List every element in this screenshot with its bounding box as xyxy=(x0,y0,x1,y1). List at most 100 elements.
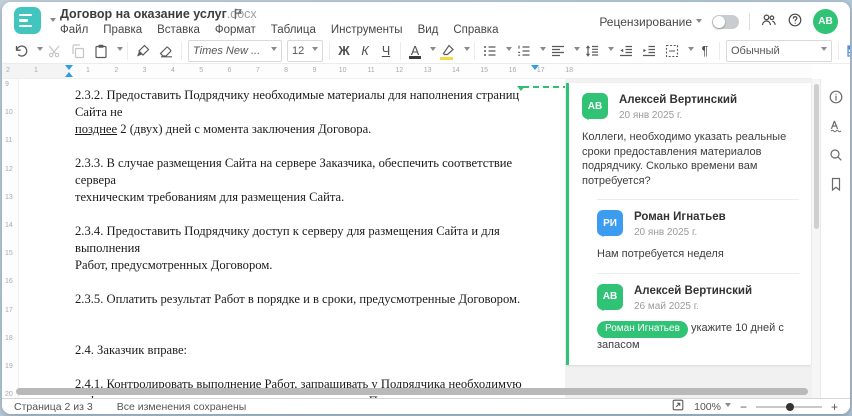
search-icon[interactable] xyxy=(826,145,846,165)
menu-insert[interactable]: Вставка xyxy=(157,24,200,36)
horizontal-scrollbar[interactable] xyxy=(16,388,808,395)
fit-width-icon[interactable] xyxy=(671,398,685,414)
right-indent-marker[interactable] xyxy=(531,65,539,74)
paste-icon[interactable] xyxy=(90,40,112,62)
font-color-button[interactable]: А xyxy=(405,40,425,62)
highlight-caret-icon[interactable] xyxy=(464,47,470,54)
vertical-scrollbar-thumb[interactable] xyxy=(813,84,819,229)
ruler-number: 14 xyxy=(451,67,460,74)
comment-avatar: АВ xyxy=(582,93,608,120)
style-caret-icon xyxy=(821,47,827,54)
line-spacing-icon[interactable] xyxy=(581,40,603,62)
review-mode-dropdown[interactable]: Рецензирование xyxy=(599,15,702,29)
toolbar-separator xyxy=(719,41,720,60)
font-color-caret-icon[interactable] xyxy=(430,47,436,54)
paragraph-2-3-4[interactable]: 2.3.4. Предоставить Подрядчику доступ к … xyxy=(75,223,538,274)
right-tool-rail xyxy=(820,79,850,398)
ruler-number: 11 xyxy=(367,67,375,74)
paragraph-style-select[interactable]: Обычный xyxy=(726,39,832,62)
document-title: Договор на оказание услуг.docx xyxy=(60,7,257,21)
zoom-level-select[interactable]: 100% xyxy=(694,401,731,413)
zoom-slider[interactable] xyxy=(755,402,822,412)
ruler-number: 12 xyxy=(5,165,13,173)
decrease-indent-icon[interactable] xyxy=(615,40,637,62)
insert-table-icon[interactable] xyxy=(843,40,850,62)
paste-caret-icon[interactable] xyxy=(117,47,123,54)
bullet-list-icon[interactable] xyxy=(479,40,501,62)
menu-tools[interactable]: Инструменты xyxy=(331,24,403,36)
spellcheck-icon[interactable] xyxy=(826,116,846,136)
bold-button[interactable]: Ж xyxy=(334,40,354,62)
clear-style-eraser-icon[interactable] xyxy=(155,40,177,62)
paragraph-2-4[interactable]: 2.4. Заказчик вправе: xyxy=(75,342,538,359)
document-text[interactable]: 2.3.2. Предоставить Подрядчику необходим… xyxy=(75,87,538,414)
increase-indent-icon[interactable] xyxy=(638,40,660,62)
status-bar: Страница 2 из 3 Все изменения сохранены … xyxy=(2,398,850,414)
font-color-bar xyxy=(409,55,421,59)
review-toggle[interactable] xyxy=(712,14,739,29)
ruler-number: 19 xyxy=(5,363,13,370)
zoom-slider-knob[interactable] xyxy=(785,402,794,411)
ruler-number: 2 xyxy=(114,67,119,74)
mention-chip[interactable]: Роман Игнатьев xyxy=(597,320,688,338)
comment-date: 20 янв 2025 г. xyxy=(619,110,683,121)
bookmark-icon[interactable] xyxy=(826,174,846,194)
numbered-list-icon[interactable] xyxy=(513,40,535,62)
paragraph-borders-icon[interactable] xyxy=(661,40,683,62)
reply-text-with-mention: Роман Игнатьев укажите 10 дней с запасом xyxy=(597,320,787,351)
undo-caret-icon[interactable] xyxy=(37,47,43,54)
ruler-number: 6 xyxy=(227,67,232,74)
comment-reply[interactable]: АВ Алексей Вертинский 26 май 2025 г. Ром… xyxy=(597,272,799,353)
nonprinting-chars-button[interactable]: ¶ xyxy=(695,40,715,62)
menu-table[interactable]: Таблица xyxy=(271,24,316,36)
reply-avatar: АВ xyxy=(597,283,623,311)
menu-edit[interactable]: Правка xyxy=(103,24,142,36)
help-icon[interactable] xyxy=(787,12,803,31)
menu-help[interactable]: Справка xyxy=(453,24,498,36)
zoom-in-button[interactable]: + xyxy=(831,401,838,413)
font-name-select[interactable]: Times New ... xyxy=(188,39,282,62)
ruler-number: 16 xyxy=(508,67,517,74)
zoom-out-button[interactable]: − xyxy=(740,401,747,413)
ruler-number: 7 xyxy=(255,67,260,74)
paragraph-2-3-3[interactable]: 2.3.3. В случае размещения Сайта на серв… xyxy=(75,155,538,206)
menu-view[interactable]: Вид xyxy=(418,24,439,36)
menu-format[interactable]: Формат xyxy=(215,24,256,36)
app-logo-icon[interactable] xyxy=(14,7,41,34)
paragraph-2-3-2[interactable]: 2.3.2. Предоставить Подрядчику необходим… xyxy=(75,87,538,138)
page-indicator[interactable]: Страница 2 из 3 xyxy=(14,401,93,413)
menu-file[interactable]: Файл xyxy=(60,24,88,36)
borders-caret-icon[interactable] xyxy=(688,47,694,54)
font-size-select[interactable]: 12 xyxy=(287,39,323,62)
undo-icon[interactable] xyxy=(10,40,32,62)
collaborators-icon[interactable] xyxy=(760,12,777,31)
comment-author: Алексей Вертинский xyxy=(619,94,738,106)
underline-button[interactable]: Ч xyxy=(376,40,396,62)
paragraph-2-3-5[interactable]: 2.3.5. Оплатить результат Работ в порядк… xyxy=(75,291,538,308)
info-icon[interactable] xyxy=(826,87,846,107)
vertical-scrollbar[interactable] xyxy=(812,79,820,398)
ruler-number: 1 xyxy=(34,67,38,74)
user-avatar[interactable]: АВ xyxy=(813,9,838,34)
horizontal-ruler[interactable]: 2 1 1 2 3 4 5 6 7 8 9 10 11 12 13 14 15 16 17 18 xyxy=(2,64,812,79)
toolbar-separator xyxy=(329,41,330,60)
line-spacing-caret-icon[interactable] xyxy=(608,47,614,54)
left-indent-marker[interactable] xyxy=(65,68,73,77)
app-menu-caret-icon[interactable] xyxy=(50,18,56,25)
format-painter-icon[interactable] xyxy=(132,40,154,62)
bullet-list-caret-icon[interactable] xyxy=(506,47,512,54)
comment-thread-card[interactable]: АВ Алексей Вертинский 20 янв 2025 г. Кол… xyxy=(566,83,811,365)
highlight-color-icon[interactable] xyxy=(437,40,459,62)
comment-text: Коллеги, необходимо указать реальные сро… xyxy=(582,131,787,187)
numbered-list-caret-icon[interactable] xyxy=(540,47,546,54)
vertical-ruler[interactable]: 9 10 11 12 13 14 15 16 17 18 19 20 xyxy=(2,79,19,398)
cut-icon[interactable] xyxy=(44,40,66,62)
align-caret-icon[interactable] xyxy=(574,47,580,54)
italic-button[interactable]: К xyxy=(355,40,375,62)
menu-bar: Файл Правка Вставка Формат Таблица Инстр… xyxy=(60,24,499,36)
document-page[interactable]: 2.3.2. Предоставить Подрядчику необходим… xyxy=(19,79,579,408)
align-left-icon[interactable] xyxy=(547,40,569,62)
copy-icon[interactable] xyxy=(67,40,89,62)
comment-reply[interactable]: РИ Роман Игнатьев 20 янв 2025 г. Нам пот… xyxy=(597,199,799,262)
reply-header: АВ Алексей Вертинский 26 май 2025 г. xyxy=(597,283,799,312)
